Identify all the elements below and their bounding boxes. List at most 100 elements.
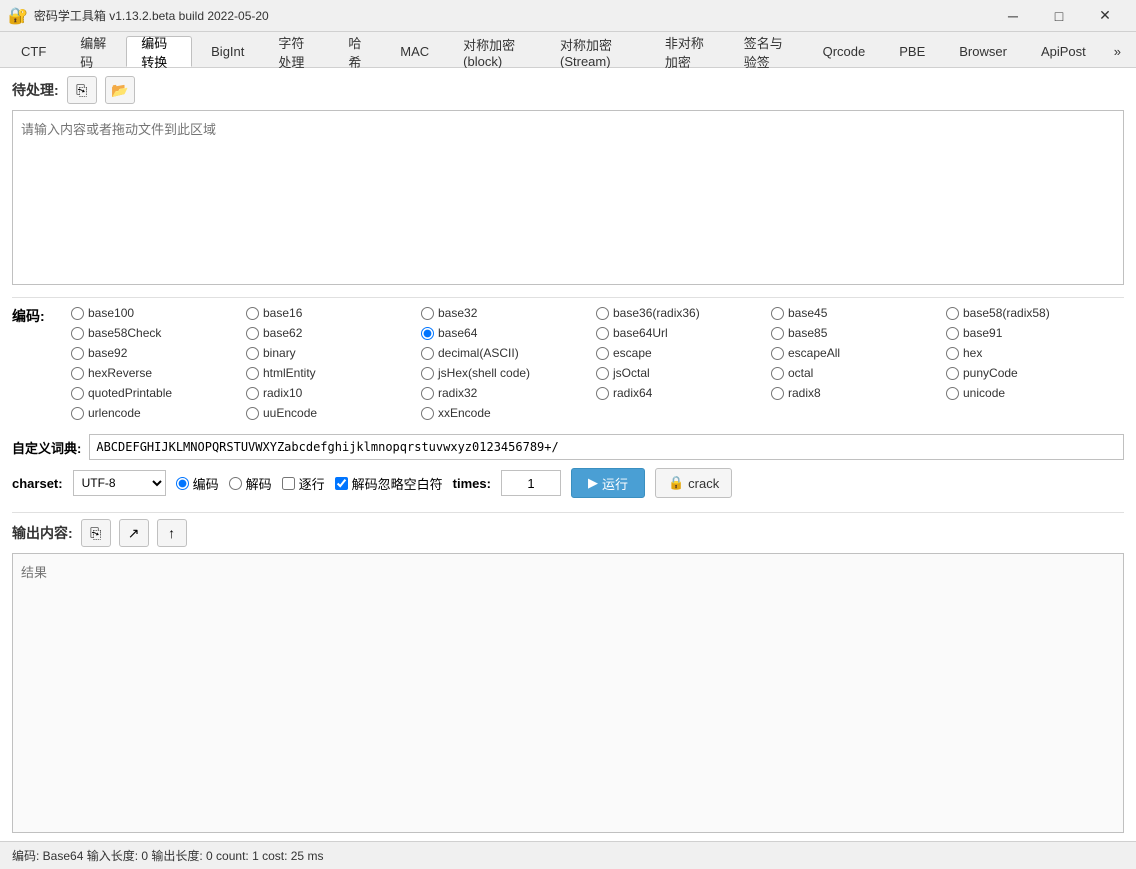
encoding-option-hexreverse[interactable]: hexReverse bbox=[67, 364, 242, 382]
menu-tab-bigint[interactable]: BigInt bbox=[196, 36, 259, 67]
menu-tab-hash[interactable]: 哈希 bbox=[333, 36, 381, 67]
encoding-option-jshex[interactable]: jsHex(shell code) bbox=[417, 364, 592, 382]
encoding-option-radix8[interactable]: radix8 bbox=[767, 384, 942, 402]
encoding-option-urlencode[interactable]: urlencode bbox=[67, 404, 242, 422]
output-textarea[interactable] bbox=[12, 553, 1124, 833]
encoding-radio-escape[interactable] bbox=[596, 347, 609, 360]
import-file-button[interactable]: 📂 bbox=[105, 76, 135, 104]
encoding-radio-radix64[interactable] bbox=[596, 387, 609, 400]
encoding-option-base64[interactable]: base64 bbox=[417, 324, 592, 342]
encoding-radio-hex[interactable] bbox=[946, 347, 959, 360]
encoding-radio-jshex[interactable] bbox=[421, 367, 434, 380]
encoding-option-decimal[interactable]: decimal(ASCII) bbox=[417, 344, 592, 362]
encoding-option-radix64[interactable]: radix64 bbox=[592, 384, 767, 402]
encoding-radio-octal[interactable] bbox=[771, 367, 784, 380]
encoding-radio-base100[interactable] bbox=[71, 307, 84, 320]
encoding-radio-xxencode[interactable] bbox=[421, 407, 434, 420]
encoding-option-base64url[interactable]: base64Url bbox=[592, 324, 767, 342]
encoding-option-base32[interactable]: base32 bbox=[417, 304, 592, 322]
run-button[interactable]: ▶ 运行 bbox=[571, 468, 645, 498]
encoding-option-octal[interactable]: octal bbox=[767, 364, 942, 382]
encoding-radio-base91[interactable] bbox=[946, 327, 959, 340]
encoding-radio-binary[interactable] bbox=[246, 347, 259, 360]
encoding-radio-base64url[interactable] bbox=[596, 327, 609, 340]
encoding-radio-base58radix58[interactable] bbox=[946, 307, 959, 320]
encoding-radio-uuencode[interactable] bbox=[246, 407, 259, 420]
input-textarea[interactable] bbox=[12, 110, 1124, 285]
encoding-option-base62[interactable]: base62 bbox=[242, 324, 417, 342]
paste-button[interactable]: ⎘ bbox=[67, 76, 97, 104]
encoding-radio-base62[interactable] bbox=[246, 327, 259, 340]
copy-output-button[interactable]: ⎘ bbox=[81, 519, 111, 547]
encoding-option-radix10[interactable]: radix10 bbox=[242, 384, 417, 402]
menu-tab-string-process[interactable]: 字符处理 bbox=[263, 36, 329, 67]
encoding-radio-radix10[interactable] bbox=[246, 387, 259, 400]
encoding-radio-unicode[interactable] bbox=[946, 387, 959, 400]
encoding-option-punycode[interactable]: punyCode bbox=[942, 364, 1117, 382]
menu-tab-asym[interactable]: 非对称加密 bbox=[650, 36, 725, 67]
encoding-radio-base85[interactable] bbox=[771, 327, 784, 340]
encoding-option-base16[interactable]: base16 bbox=[242, 304, 417, 322]
stepwise-checkbox[interactable] bbox=[282, 477, 295, 490]
encoding-option-radix32[interactable]: radix32 bbox=[417, 384, 592, 402]
encoding-radio-base64[interactable] bbox=[421, 327, 434, 340]
encoding-radio-decimal[interactable] bbox=[421, 347, 434, 360]
encoding-option-xxencode[interactable]: xxEncode bbox=[417, 404, 592, 422]
encoding-option-jsoctal[interactable]: jsOctal bbox=[592, 364, 767, 382]
menu-tab-pbe[interactable]: PBE bbox=[884, 36, 940, 67]
encoding-option-base45[interactable]: base45 bbox=[767, 304, 942, 322]
menu-tab-sign[interactable]: 签名与验签 bbox=[729, 36, 804, 67]
decode-radio[interactable] bbox=[229, 477, 242, 490]
maximize-button[interactable]: □ bbox=[1036, 0, 1082, 32]
encoding-option-escape[interactable]: escape bbox=[592, 344, 767, 362]
encoding-option-hex[interactable]: hex bbox=[942, 344, 1117, 362]
encoding-radio-base16[interactable] bbox=[246, 307, 259, 320]
menu-tab-mac[interactable]: MAC bbox=[385, 36, 444, 67]
menu-tab-sym-stream[interactable]: 对称加密(Stream) bbox=[545, 36, 646, 67]
encoding-option-base92[interactable]: base92 bbox=[67, 344, 242, 362]
menu-tab-more[interactable]: » bbox=[1105, 36, 1130, 67]
encode-radio-label[interactable]: 编码 bbox=[176, 474, 219, 493]
ignore-space-checkbox-label[interactable]: 解码忽略空白符 bbox=[335, 474, 443, 493]
menu-tab-decode[interactable]: 编解码 bbox=[65, 36, 122, 67]
encoding-radio-urlencode[interactable] bbox=[71, 407, 84, 420]
charset-select[interactable]: UTF-8 GBK ISO-8859-1 UTF-16 bbox=[73, 470, 166, 496]
encoding-radio-base32[interactable] bbox=[421, 307, 434, 320]
encoding-radio-jsoctal[interactable] bbox=[596, 367, 609, 380]
encoding-radio-radix32[interactable] bbox=[421, 387, 434, 400]
encoding-radio-escapeall[interactable] bbox=[771, 347, 784, 360]
encoding-option-htmlentity[interactable]: htmlEntity bbox=[242, 364, 417, 382]
encoding-option-base58check[interactable]: base58Check bbox=[67, 324, 242, 342]
encoding-radio-punycode[interactable] bbox=[946, 367, 959, 380]
encoding-option-base100[interactable]: base100 bbox=[67, 304, 242, 322]
encoding-radio-base58check[interactable] bbox=[71, 327, 84, 340]
times-input[interactable]: 1 bbox=[501, 470, 561, 496]
encoding-radio-quotedprintable[interactable] bbox=[71, 387, 84, 400]
minimize-button[interactable]: ─ bbox=[990, 0, 1036, 32]
encoding-option-base36[interactable]: base36(radix36) bbox=[592, 304, 767, 322]
encoding-radio-base36[interactable] bbox=[596, 307, 609, 320]
encoding-option-quotedprintable[interactable]: quotedPrintable bbox=[67, 384, 242, 402]
encoding-option-base85[interactable]: base85 bbox=[767, 324, 942, 342]
encoding-radio-hexreverse[interactable] bbox=[71, 367, 84, 380]
menu-tab-ctf[interactable]: CTF bbox=[6, 36, 61, 67]
send-up-button[interactable]: ↑ bbox=[157, 519, 187, 547]
encoding-option-base91[interactable]: base91 bbox=[942, 324, 1117, 342]
encoding-option-escapeall[interactable]: escapeAll bbox=[767, 344, 942, 362]
encoding-option-base58radix58[interactable]: base58(radix58) bbox=[942, 304, 1117, 322]
encoding-option-unicode[interactable]: unicode bbox=[942, 384, 1117, 402]
stepwise-checkbox-label[interactable]: 逐行 bbox=[282, 474, 325, 493]
menu-tab-browser[interactable]: Browser bbox=[944, 36, 1022, 67]
ignore-space-checkbox[interactable] bbox=[335, 477, 348, 490]
custom-dict-input[interactable] bbox=[89, 434, 1124, 460]
send-output-button[interactable]: ↗ bbox=[119, 519, 149, 547]
encode-radio[interactable] bbox=[176, 477, 189, 490]
menu-tab-encoding-convert[interactable]: 编码转换 bbox=[126, 36, 192, 67]
encoding-option-uuencode[interactable]: uuEncode bbox=[242, 404, 417, 422]
menu-tab-qrcode[interactable]: Qrcode bbox=[808, 36, 881, 67]
encoding-radio-base45[interactable] bbox=[771, 307, 784, 320]
close-button[interactable]: ✕ bbox=[1082, 0, 1128, 32]
decode-radio-label[interactable]: 解码 bbox=[229, 474, 272, 493]
encoding-radio-htmlentity[interactable] bbox=[246, 367, 259, 380]
encoding-radio-radix8[interactable] bbox=[771, 387, 784, 400]
